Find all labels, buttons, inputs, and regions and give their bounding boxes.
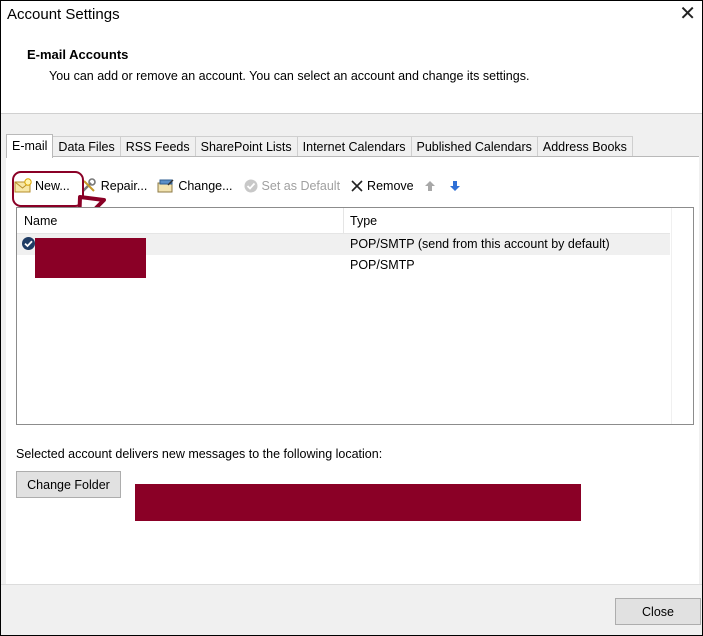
window-title: Account Settings xyxy=(7,6,120,23)
column-header-type[interactable]: Type xyxy=(350,214,377,228)
remove-x-icon xyxy=(351,180,363,192)
tab-published-calendars[interactable]: Published Calendars xyxy=(410,136,538,157)
default-account-check-icon xyxy=(22,237,35,250)
checkmark-circle-icon xyxy=(244,179,258,193)
tab-rss-feeds[interactable]: RSS Feeds xyxy=(119,136,196,157)
change-button[interactable]: Change... xyxy=(157,178,233,194)
close-button[interactable]: Close xyxy=(615,598,701,625)
dialog-footer: Close xyxy=(1,584,702,635)
column-header-name[interactable]: Name xyxy=(24,214,57,228)
section-subtitle: You can add or remove an account. You ca… xyxy=(49,69,530,83)
account-type: POP/SMTP (send from this account by defa… xyxy=(350,237,610,251)
arrow-up-icon xyxy=(424,181,435,191)
move-up-button[interactable] xyxy=(424,180,439,192)
change-folder-button[interactable]: Change Folder xyxy=(16,471,121,498)
email-tab-panel: New... Repair... Change... Set as Defaul… xyxy=(6,156,699,587)
tab-internet-calendars[interactable]: Internet Calendars xyxy=(296,136,412,157)
redacted-account-name xyxy=(35,238,146,278)
accounts-list[interactable]: Name Type POP/SMTP (send from this accou… xyxy=(16,207,694,425)
tab-sharepoint-lists[interactable]: SharePoint Lists xyxy=(194,136,298,157)
header-section: E-mail Accounts You can add or remove an… xyxy=(1,31,702,114)
tab-email[interactable]: E-mail xyxy=(6,134,54,158)
accounts-list-header: Name Type xyxy=(17,208,670,234)
title-bar[interactable]: Account Settings ✕ xyxy=(1,1,702,31)
tab-address-books[interactable]: Address Books xyxy=(536,136,633,157)
tab-data-files[interactable]: Data Files xyxy=(52,136,121,157)
account-type: POP/SMTP xyxy=(350,258,415,272)
remove-button-label: Remove xyxy=(367,179,414,193)
account-settings-window: Account Settings ✕ E-mail Accounts You c… xyxy=(0,0,703,636)
body-area: E-mail Data Files RSS Feeds SharePoint L… xyxy=(1,114,702,587)
change-account-icon xyxy=(157,179,174,193)
close-icon[interactable]: ✕ xyxy=(679,4,696,24)
set-as-default-label: Set as Default xyxy=(261,179,341,193)
set-as-default-button[interactable]: Set as Default xyxy=(243,178,341,194)
arrow-down-icon xyxy=(449,181,460,191)
delivery-location-text: Selected account delivers new messages t… xyxy=(16,447,383,461)
section-title: E-mail Accounts xyxy=(27,47,129,62)
column-divider[interactable] xyxy=(343,208,344,233)
list-scrollbar-area[interactable] xyxy=(671,208,693,424)
change-button-label: Change... xyxy=(178,179,233,193)
remove-button[interactable]: Remove xyxy=(350,179,414,193)
tab-strip: E-mail Data Files RSS Feeds SharePoint L… xyxy=(6,134,633,158)
redacted-delivery-location xyxy=(135,484,581,521)
move-down-button[interactable] xyxy=(449,180,464,192)
